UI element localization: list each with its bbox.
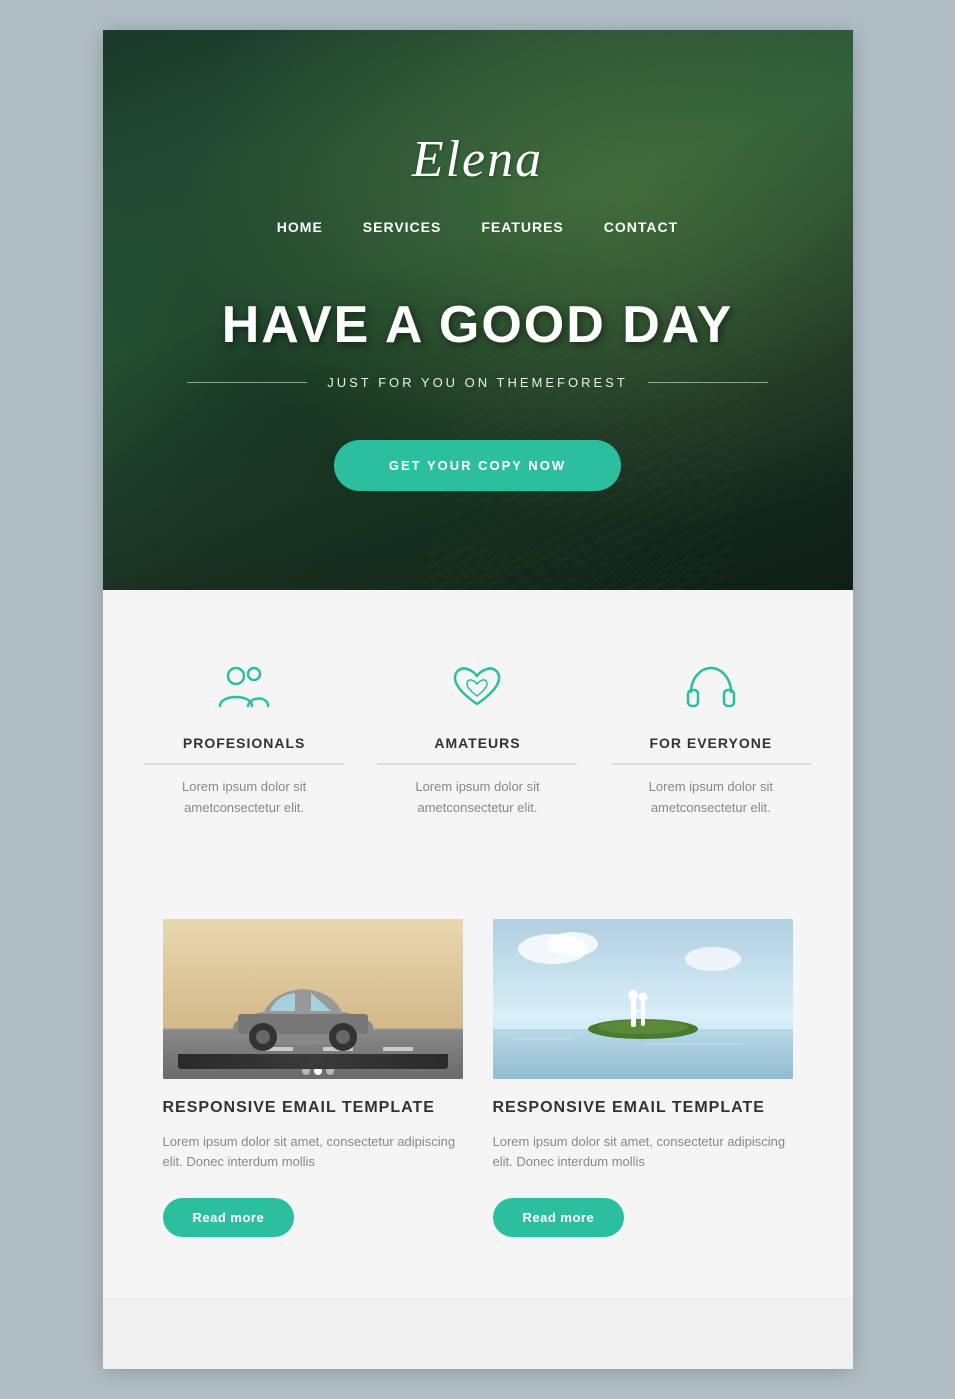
hero-subtitle: JUST FOR YOU ON THEMEFOREST (327, 375, 628, 390)
divider-left (187, 382, 307, 383)
page-wrapper: Elena HOME SERVICES FEATURES CONTACT HAV… (103, 30, 853, 1369)
feature-professionals-text: Lorem ipsum dolor sit ametconsectetur el… (144, 777, 344, 819)
headphones-icon (681, 660, 741, 715)
feature-professionals: PROFESIONALS Lorem ipsum dolor sit ametc… (144, 660, 344, 819)
cta-button[interactable]: GET YOUR COPY NOW (334, 440, 621, 491)
card-2: RESPONSIVE EMAIL TEMPLATE Lorem ipsum do… (493, 919, 793, 1238)
nav-home[interactable]: HOME (277, 219, 323, 235)
site-logo: Elena (187, 130, 768, 189)
divider-right (648, 382, 768, 383)
card-2-read-more[interactable]: Read more (493, 1198, 625, 1237)
card-1-title: RESPONSIVE EMAIL TEMPLATE (163, 1099, 463, 1117)
card-1: RESPONSIVE EMAIL TEMPLATE Lorem ipsum do… (163, 919, 463, 1238)
features-grid: PROFESIONALS Lorem ipsum dolor sit ametc… (143, 660, 813, 819)
feature-everyone-text: Lorem ipsum dolor sit ametconsectetur el… (611, 777, 811, 819)
hero-section: Elena HOME SERVICES FEATURES CONTACT HAV… (103, 30, 853, 590)
hero-content: Elena HOME SERVICES FEATURES CONTACT HAV… (147, 130, 808, 491)
hero-title: HAVE A GOOD DAY (187, 295, 768, 355)
card-1-image (163, 919, 463, 1079)
card-2-image (493, 919, 793, 1079)
nav-features[interactable]: FEATURES (481, 219, 563, 235)
people-icon (214, 660, 274, 715)
feature-amateurs: AMATEURS Lorem ipsum dolor sit ametconse… (377, 660, 577, 819)
card-2-text: Lorem ipsum dolor sit amet, consectetur … (493, 1132, 793, 1174)
card-1-read-more[interactable]: Read more (163, 1198, 295, 1237)
feature-everyone: FOR EVERYONE Lorem ipsum dolor sit ametc… (611, 660, 811, 819)
feature-everyone-title: FOR EVERYONE (611, 735, 811, 765)
card-2-title: RESPONSIVE EMAIL TEMPLATE (493, 1099, 793, 1117)
feature-amateurs-title: AMATEURS (377, 735, 577, 765)
features-section: PROFESIONALS Lorem ipsum dolor sit ametc… (103, 590, 853, 879)
nav-services[interactable]: SERVICES (363, 219, 442, 235)
cards-section: RESPONSIVE EMAIL TEMPLATE Lorem ipsum do… (103, 879, 853, 1298)
heart-icon (447, 660, 507, 715)
card-1-text: Lorem ipsum dolor sit amet, consectetur … (163, 1132, 463, 1174)
hero-divider: JUST FOR YOU ON THEMEFOREST (187, 375, 768, 390)
main-nav: HOME SERVICES FEATURES CONTACT (187, 219, 768, 235)
feature-professionals-title: PROFESIONALS (144, 735, 344, 765)
cards-grid: RESPONSIVE EMAIL TEMPLATE Lorem ipsum do… (163, 919, 793, 1238)
feature-amateurs-text: Lorem ipsum dolor sit ametconsectetur el… (377, 777, 577, 819)
nav-contact[interactable]: CONTACT (604, 219, 678, 235)
